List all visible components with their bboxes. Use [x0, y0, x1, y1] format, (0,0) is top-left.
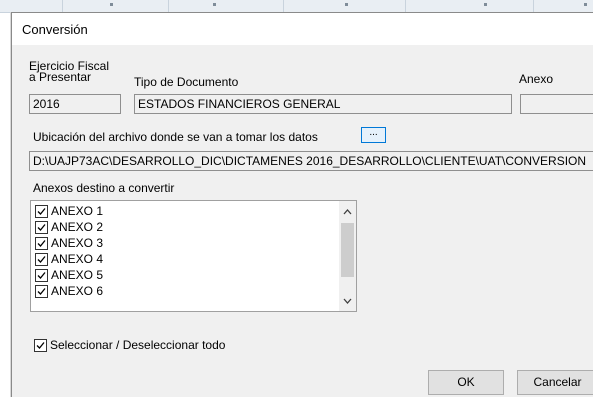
- fiscal-year-value: 2016: [33, 97, 60, 111]
- list-item-annex-3[interactable]: ANEXO 3: [35, 235, 103, 251]
- scroll-up-icon[interactable]: [342, 207, 353, 217]
- document-type-label: Tipo de Documento: [134, 75, 239, 89]
- list-item-annex-2[interactable]: ANEXO 2: [35, 219, 103, 235]
- conversion-dialog: Conversión Ejercicio Fiscal a Presentar …: [11, 12, 593, 397]
- list-item-label: ANEXO 1: [51, 204, 104, 218]
- cancel-button[interactable]: Cancelar: [517, 370, 593, 395]
- list-item-annex-5[interactable]: ANEXO 5: [35, 267, 103, 283]
- scroll-down-icon[interactable]: [342, 296, 353, 306]
- list-item-annex-1[interactable]: ANEXO 1: [35, 203, 103, 219]
- annex-checklist[interactable]: ANEXO 1 ANEXO 2 ANEXO 3 ANEXO 4 ANEXO 5: [30, 200, 357, 312]
- document-type-value: ESTADOS FINANCIEROS GENERAL: [138, 97, 341, 111]
- fiscal-year-field[interactable]: 2016: [29, 94, 121, 114]
- list-item-label: ANEXO 5: [51, 268, 104, 282]
- list-item-label: ANEXO 4: [51, 252, 104, 266]
- annex-field[interactable]: [520, 94, 593, 114]
- browse-button-label: ...: [369, 127, 378, 138]
- list-item-annex-4[interactable]: ANEXO 4: [35, 251, 103, 267]
- checkbox-checked-icon[interactable]: [34, 338, 47, 352]
- browse-folder-button[interactable]: ...: [361, 127, 386, 143]
- list-item-label: ANEXO 6: [51, 284, 104, 298]
- list-item-label: ANEXO 3: [51, 236, 104, 250]
- checkbox-checked-icon[interactable]: [35, 220, 48, 234]
- select-all-checkbox-row[interactable]: Seleccionar / Deseleccionar todo: [34, 338, 225, 352]
- annex-label: Anexo: [519, 72, 554, 86]
- select-all-label: Seleccionar / Deseleccionar todo: [50, 338, 226, 352]
- checkbox-checked-icon[interactable]: [35, 252, 48, 266]
- scrollbar-thumb[interactable]: [341, 223, 354, 277]
- fiscal-year-label: Ejercicio Fiscal a Presentar: [29, 59, 110, 84]
- dialog-title: Conversión: [22, 22, 88, 37]
- annex-list-label: Anexos destino a convertir: [33, 181, 175, 195]
- list-item-annex-6[interactable]: ANEXO 6: [35, 283, 103, 299]
- dialog-titlebar[interactable]: Conversión: [12, 13, 593, 45]
- file-path-field[interactable]: D:\UAJP73AC\DESARROLLO_DIC\DICTAMENES 20…: [29, 151, 593, 171]
- checkbox-checked-icon[interactable]: [35, 284, 48, 298]
- file-location-label: Ubicación del archivo donde se van a tom…: [33, 130, 318, 144]
- checkbox-checked-icon[interactable]: [35, 236, 48, 250]
- file-path-value: D:\UAJP73AC\DESARROLLO_DIC\DICTAMENES 20…: [33, 154, 587, 168]
- ok-button[interactable]: OK: [428, 370, 504, 395]
- annex-list-scrollbar[interactable]: [339, 201, 356, 311]
- checkbox-checked-icon[interactable]: [35, 268, 48, 282]
- document-type-field[interactable]: ESTADOS FINANCIEROS GENERAL: [134, 94, 512, 114]
- checkbox-checked-icon[interactable]: [35, 204, 48, 218]
- list-item-label: ANEXO 2: [51, 220, 104, 234]
